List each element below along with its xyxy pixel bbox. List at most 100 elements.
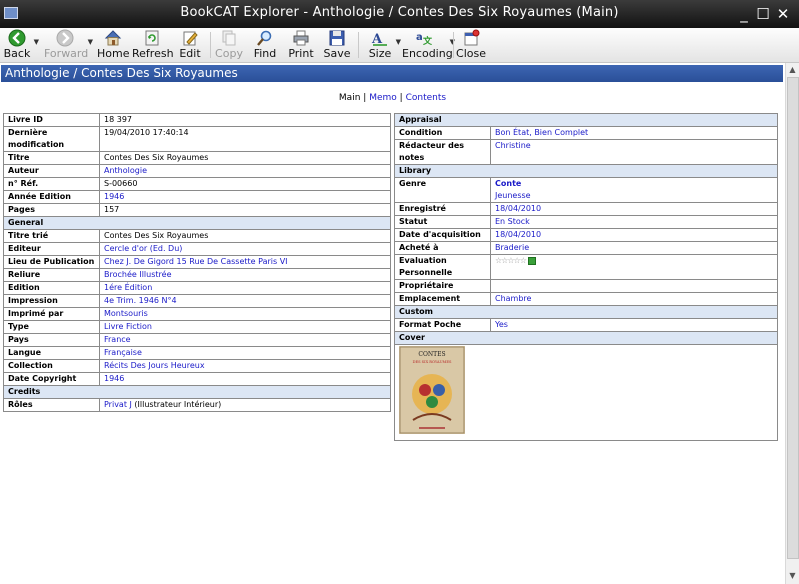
field-label: Format Poche <box>394 318 491 332</box>
achete-value[interactable]: Braderie <box>490 241 778 255</box>
section-library: Library <box>394 164 778 178</box>
book-details-table: Livre ID 18 397 Dernière modification 19/04… <box>3 113 391 412</box>
back-button[interactable]: Back ▼ <box>2 28 39 62</box>
tab-memo[interactable]: Memo <box>369 93 397 103</box>
close-button[interactable]: Close <box>456 28 486 62</box>
field-label: Emplacement <box>394 292 491 306</box>
genre-value-2[interactable]: Jeunesse <box>495 190 773 202</box>
field-value[interactable]: Brochée Illustrée <box>99 268 391 282</box>
size-dropdown-icon[interactable]: ▼ <box>396 38 401 46</box>
maximize-button[interactable]: ☐ <box>753 4 773 24</box>
table-row: Statut En Stock <box>394 215 778 229</box>
book-cover-image[interactable]: CONTES DES SIX ROYAUMES <box>399 346 465 434</box>
roles-rest: (Illustrateur Intérieur) <box>131 400 222 409</box>
field-label: Date Copyright <box>3 372 100 386</box>
field-value[interactable]: Montsouris <box>99 307 391 321</box>
field-value: 18 397 <box>99 113 391 127</box>
save-button[interactable]: Save <box>322 28 352 62</box>
date-acquisition-value[interactable]: 18/04/2010 <box>490 228 778 242</box>
statut-value[interactable]: En Stock <box>490 215 778 229</box>
table-row: Lieu de Publication Chez J. De Gigord 15 … <box>3 255 391 269</box>
refresh-button[interactable]: Refresh <box>132 28 174 62</box>
home-button[interactable]: Home <box>97 28 129 62</box>
scroll-up-icon[interactable]: ▲ <box>787 64 798 75</box>
emplacement-value[interactable]: Chambre <box>490 292 778 306</box>
back-dropdown-icon[interactable]: ▼ <box>34 38 39 46</box>
forward-dropdown-icon[interactable]: ▼ <box>88 38 93 46</box>
table-row: Livre ID 18 397 <box>3 113 391 127</box>
edit-icon <box>183 31 198 46</box>
rating-stars-icon: ☆☆☆☆☆ <box>495 256 527 265</box>
enregistre-value[interactable]: 18/04/2010 <box>490 202 778 216</box>
table-row: Edition 1ére Édition <box>3 281 391 295</box>
roles-link[interactable]: Privat J <box>104 400 132 409</box>
field-value[interactable]: Livre Fiction <box>99 320 391 334</box>
copy-button[interactable]: Copy <box>214 28 244 62</box>
field-label: Rôles <box>3 398 100 412</box>
field-label: Evaluation Personnelle <box>394 254 491 280</box>
table-row: Acheté à Braderie <box>394 241 778 255</box>
find-button[interactable]: Find <box>251 28 279 62</box>
table-row: Pays France <box>3 333 391 347</box>
field-value[interactable]: France <box>99 333 391 347</box>
table-row: Format Poche Yes <box>394 318 778 332</box>
field-value[interactable]: Chez J. De Gigord 15 Rue De Cassette Par… <box>99 255 391 269</box>
minimize-button[interactable]: _ <box>734 4 754 24</box>
print-label: Print <box>288 47 314 60</box>
proprietaire-value[interactable] <box>490 279 778 293</box>
field-value[interactable]: Cercle d'or (Ed. Du) <box>99 242 391 256</box>
tab-main[interactable]: Main <box>339 93 361 103</box>
forward-button[interactable]: Forward ▼ <box>44 28 93 62</box>
field-value[interactable]: Française <box>99 346 391 360</box>
table-row: Genre Conte Jeunesse <box>394 177 778 203</box>
scroll-thumb[interactable] <box>787 77 799 559</box>
field-value[interactable]: 4e Trim. 1946 N°4 <box>99 294 391 308</box>
table-row: Evaluation Personnelle ☆☆☆☆☆ <box>394 254 778 280</box>
field-label: Genre <box>394 177 491 203</box>
field-label: Auteur <box>3 164 100 178</box>
field-label: Pages <box>3 203 100 217</box>
genre-value-1[interactable]: Conte <box>495 178 773 190</box>
save-disk-icon <box>329 30 345 46</box>
field-value[interactable]: 1946 <box>99 190 391 204</box>
close-label: Close <box>456 47 486 60</box>
scroll-down-icon[interactable]: ▼ <box>787 570 798 581</box>
toolbar-separator <box>358 32 359 58</box>
size-button[interactable]: A Size ▼ <box>366 28 401 62</box>
field-label: Dernière modification <box>3 126 100 152</box>
close-window-button[interactable]: ✕ <box>773 4 793 24</box>
section-appraisal: Appraisal <box>394 113 778 127</box>
table-row: Dernière modification 19/04/2010 17:40:14 <box>3 126 391 152</box>
print-button[interactable]: Print <box>286 28 316 62</box>
field-value[interactable]: Récits Des Jours Heureux <box>99 359 391 373</box>
field-value: 157 <box>99 203 391 217</box>
field-value: Contes Des Six Royaumes <box>99 229 391 243</box>
field-label: Propriétaire <box>394 279 491 293</box>
home-icon <box>104 30 122 46</box>
tab-contents[interactable]: Contents <box>406 93 446 103</box>
condition-value[interactable]: Bon État, Bien Complet <box>490 126 778 140</box>
table-row: Titre trié Contes Des Six Royaumes <box>3 229 391 243</box>
forward-arrow-icon <box>56 29 74 47</box>
redacteur-value[interactable]: Christine <box>490 139 778 165</box>
field-value[interactable]: 1946 <box>99 372 391 386</box>
rating-indicator-icon <box>527 256 536 265</box>
tab-separator: | <box>363 93 367 103</box>
field-value[interactable]: 1ére Édition <box>99 281 391 295</box>
font-size-icon: A <box>371 32 387 47</box>
copy-label: Copy <box>215 47 243 60</box>
table-row: Emplacement Chambre <box>394 292 778 306</box>
encoding-button[interactable]: a文 Encoding ▼ <box>402 28 455 62</box>
field-label: Langue <box>3 346 100 360</box>
roles-value: Privat J (Illustrateur Intérieur) <box>99 398 391 412</box>
vertical-scrollbar[interactable]: ▲ ▼ <box>785 63 799 584</box>
field-label: Edition <box>3 281 100 295</box>
svg-text:a: a <box>416 32 423 43</box>
evaluation-value: ☆☆☆☆☆ <box>490 254 778 280</box>
field-label: Pays <box>3 333 100 347</box>
field-value: S-00660 <box>99 177 391 191</box>
format-poche-value[interactable]: Yes <box>490 318 778 332</box>
edit-button[interactable]: Edit <box>176 28 204 62</box>
field-value[interactable]: Anthologie <box>99 164 391 178</box>
field-value: Contes Des Six Royaumes <box>99 151 391 165</box>
